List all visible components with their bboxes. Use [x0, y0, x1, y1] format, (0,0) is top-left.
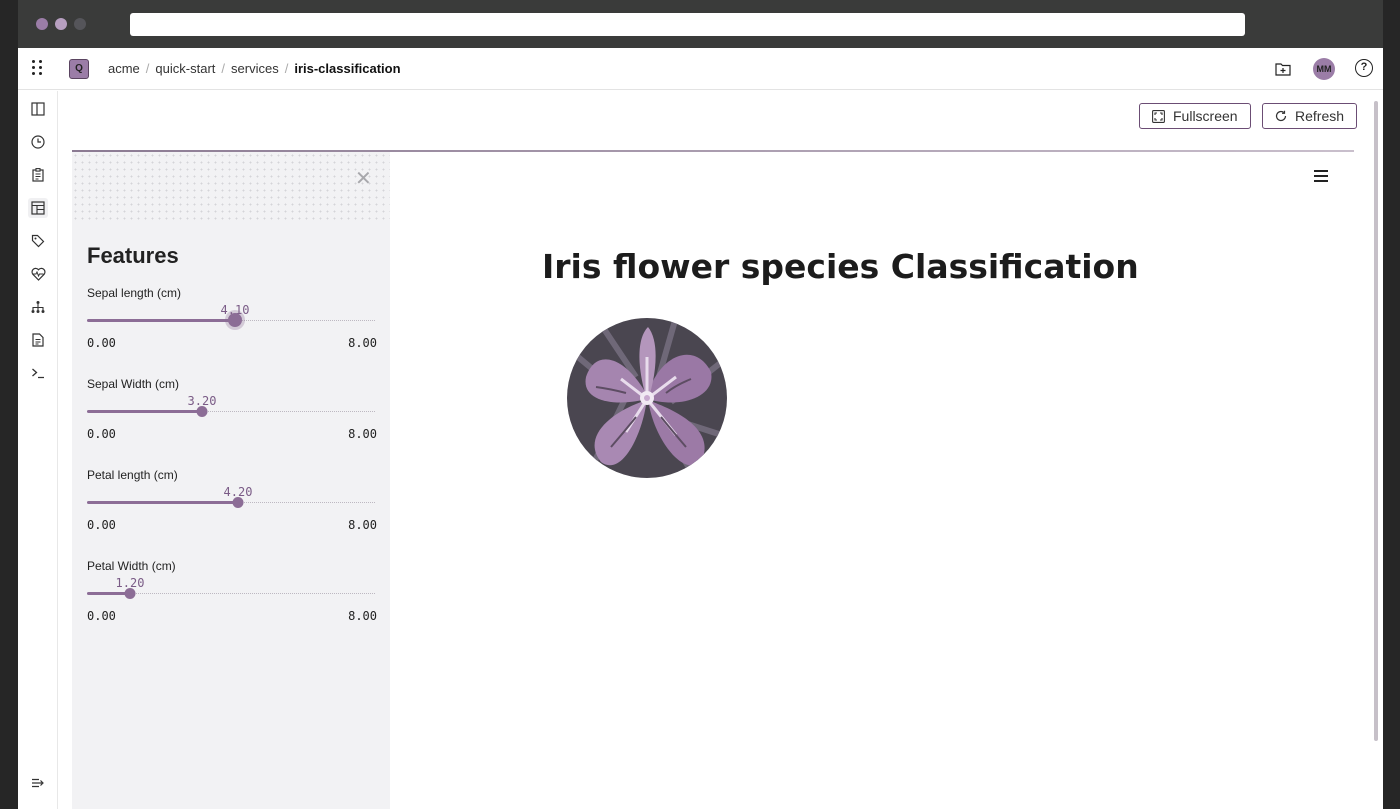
clock-icon[interactable]	[28, 132, 48, 152]
breadcrumb-separator: /	[221, 61, 226, 76]
slider-max: 8.00	[348, 427, 377, 441]
slider-fill	[87, 319, 235, 322]
expand-icon[interactable]	[28, 773, 48, 793]
breadcrumb-separator: /	[145, 61, 150, 76]
slider-thumb[interactable]	[232, 497, 244, 508]
breadcrumb-item-section[interactable]: services	[231, 61, 279, 76]
sidebar-title: Features	[87, 243, 179, 268]
slider-thumb[interactable]	[228, 313, 242, 327]
breadcrumb-item-org[interactable]: acme	[108, 61, 140, 76]
slider-label: Petal length (cm)	[87, 468, 178, 482]
top-bar: Q acme / quick-start / services / iris-classif…	[18, 48, 1383, 90]
window-minimize-dot[interactable]	[55, 18, 67, 30]
menu-icon[interactable]	[1314, 170, 1328, 182]
breadcrumb: acme / quick-start / services / iris-classific…	[108, 61, 401, 76]
iris-flower-image	[566, 317, 728, 479]
slider-petal-length[interactable]: Petal length (cm) 4.20 0.00 8.00	[87, 468, 377, 548]
slider-min: 0.00	[87, 336, 116, 350]
slider-label: Petal Width (cm)	[87, 559, 176, 573]
slider-fill	[87, 410, 202, 413]
panel-icon[interactable]	[28, 99, 48, 119]
sidebar-header-pattern	[72, 152, 390, 224]
window-close-dot[interactable]	[36, 18, 48, 30]
heart-monitor-icon[interactable]	[28, 264, 48, 284]
slider-sepal-width[interactable]: Sepal Width (cm) 3.20 0.00 8.00	[87, 377, 377, 457]
fullscreen-icon	[1152, 109, 1165, 123]
help-icon[interactable]: ?	[1355, 59, 1373, 77]
slider-min: 0.00	[87, 518, 116, 532]
refresh-button[interactable]: Refresh	[1262, 103, 1358, 129]
folder-add-icon[interactable]	[1273, 59, 1293, 79]
slider-sepal-length[interactable]: Sepal length (cm) 4.10 0.00 8.00	[87, 286, 377, 366]
address-bar[interactable]	[130, 13, 1245, 36]
slider-petal-width[interactable]: Petal Width (cm) 1.20 0.00 8.00	[87, 559, 377, 639]
page-title: Iris flower species Classification	[542, 247, 1139, 286]
clipboard-icon[interactable]	[28, 165, 48, 185]
fullscreen-button[interactable]: Fullscreen	[1139, 103, 1251, 129]
sidebar-close-icon[interactable]: ✕	[355, 166, 372, 191]
window-maximize-dot[interactable]	[74, 18, 86, 30]
slider-max: 8.00	[348, 518, 377, 532]
breadcrumb-item-project[interactable]: quick-start	[155, 61, 215, 76]
project-badge[interactable]: Q	[69, 59, 89, 79]
scrollbar[interactable]	[1374, 101, 1378, 741]
slider-min: 0.00	[87, 609, 116, 623]
slider-label: Sepal length (cm)	[87, 286, 182, 300]
document-icon[interactable]	[28, 330, 48, 350]
content-area: Fullscreen Refresh ✕ Features Sepal leng…	[72, 91, 1378, 809]
terminal-icon[interactable]	[28, 363, 48, 383]
slider-fill	[87, 501, 238, 504]
breadcrumb-separator: /	[284, 61, 289, 76]
fullscreen-label: Fullscreen	[1173, 108, 1238, 124]
apps-grid-icon[interactable]	[30, 60, 44, 76]
app-window: Q acme / quick-start / services / iris-classif…	[18, 0, 1383, 809]
tags-icon[interactable]	[28, 231, 48, 251]
left-nav-rail	[18, 91, 58, 809]
window-border	[1383, 48, 1400, 809]
breadcrumb-item-current: iris-classification	[294, 61, 401, 76]
slider-thumb[interactable]	[196, 406, 208, 417]
slider-min: 0.00	[87, 427, 116, 441]
layout-icon[interactable]	[28, 198, 48, 218]
refresh-icon	[1275, 110, 1287, 122]
slider-max: 8.00	[348, 609, 377, 623]
slider-max: 8.00	[348, 336, 377, 350]
embedded-app: ✕ Features Sepal length (cm) 4.10 0.00 8…	[72, 152, 1364, 809]
slider-label: Sepal Width (cm)	[87, 377, 180, 391]
browser-chrome	[18, 0, 1383, 48]
avatar[interactable]: MM	[1313, 58, 1335, 80]
refresh-label: Refresh	[1295, 108, 1345, 124]
hierarchy-icon[interactable]	[28, 297, 48, 317]
features-sidebar: ✕ Features Sepal length (cm) 4.10 0.00 8…	[72, 152, 390, 809]
slider-thumb[interactable]	[124, 588, 136, 599]
